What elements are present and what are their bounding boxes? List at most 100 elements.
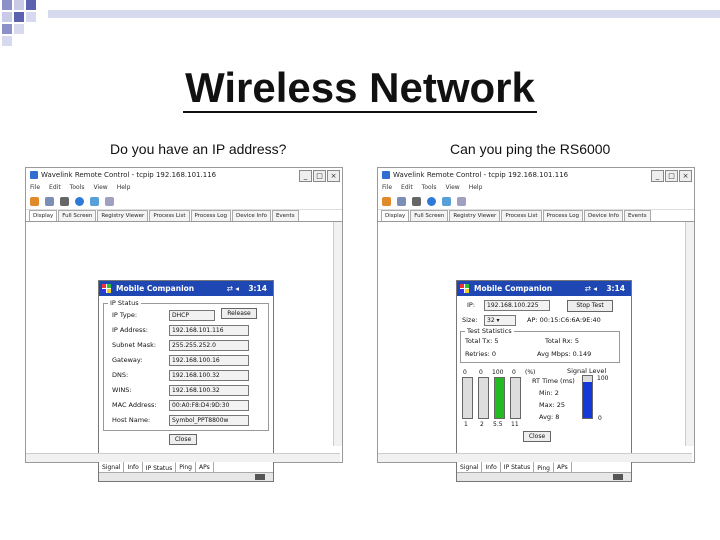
tools-icon[interactable] — [105, 196, 114, 206]
device-status-bar — [457, 472, 631, 481]
binoculars-icon[interactable] — [60, 196, 69, 206]
device-screen-left: Mobile Companion ⇄ ◂ 3:14 IP Status Rele… — [98, 280, 274, 482]
group-title: Test Statistics — [465, 327, 514, 335]
slide-title: Wireless Network — [0, 64, 720, 113]
tools-icon[interactable] — [457, 196, 466, 206]
minimize-button[interactable]: _ — [299, 170, 312, 182]
retries: Retries: 0 — [465, 350, 497, 358]
rate-bar-fill — [495, 378, 504, 418]
menu-tools[interactable]: Tools — [70, 182, 85, 193]
rate-bar-11 — [510, 377, 521, 419]
close-window-button[interactable]: × — [327, 170, 340, 182]
ip-status-group: IP Status — [103, 299, 269, 431]
slide-title-text: Wireless Network — [183, 64, 537, 113]
size-label: Size: — [462, 316, 478, 324]
tab-events[interactable]: Events — [271, 210, 299, 221]
field-label: Gateway: — [112, 356, 143, 364]
window-controls: _ □ × — [299, 170, 340, 182]
windows-start-icon[interactable] — [460, 284, 469, 293]
vertical-scrollbar[interactable] — [685, 222, 694, 446]
size-value: 32 — [487, 317, 495, 324]
rt-time-label: RT Time (ms) — [532, 377, 575, 385]
field-label: WINS: — [112, 386, 132, 394]
view-tabs: Display Full Screen Registry Viewer Proc… — [378, 210, 694, 222]
tab-process-log[interactable]: Process Log — [190, 210, 231, 221]
size-select[interactable]: 32 ▾ — [484, 315, 516, 326]
document-icon[interactable] — [45, 196, 54, 206]
tab-device-info[interactable]: Device Info — [583, 210, 623, 221]
stop-test-button[interactable]: Stop Test — [567, 300, 613, 312]
menu-bar: File Edit Tools View Help — [26, 182, 342, 193]
close-button[interactable]: Close — [523, 431, 551, 442]
toolbar — [378, 193, 694, 210]
menu-tools[interactable]: Tools — [422, 182, 437, 193]
vertical-scrollbar[interactable] — [333, 222, 342, 446]
tab-full-screen[interactable]: Full Screen — [58, 210, 97, 221]
bar-top-label: 100 — [492, 369, 504, 376]
signal-max-label: 100 — [597, 375, 609, 382]
rate-bar-5-5 — [494, 377, 505, 419]
signal-min-label: 0 — [598, 415, 602, 422]
window-titlebar: Wavelink Remote Control - tcpip 192.168.… — [378, 168, 694, 182]
field-label: DNS: — [112, 371, 129, 379]
menu-help[interactable]: Help — [117, 182, 131, 193]
dns-value: 192.168.100.32 — [169, 370, 249, 381]
tab-registry-viewer[interactable]: Registry Viewer — [97, 210, 149, 221]
top-accent-bar — [48, 10, 720, 18]
device-header: Mobile Companion ⇄ ◂ 3:14 — [457, 281, 631, 296]
device-status-bar — [99, 472, 273, 481]
avg-mbps: Avg Mbps: 0.149 — [537, 350, 592, 358]
tab-device-info[interactable]: Device Info — [231, 210, 271, 221]
horizontal-scrollbar[interactable] — [26, 453, 340, 462]
menu-view[interactable]: View — [93, 182, 107, 193]
menu-file[interactable]: File — [382, 182, 392, 193]
signal-level-bar — [582, 375, 593, 419]
connect-icon[interactable] — [382, 196, 391, 206]
tab-process-list[interactable]: Process List — [149, 210, 190, 221]
keyboard-icon[interactable] — [613, 474, 623, 480]
menu-edit[interactable]: Edit — [49, 182, 61, 193]
menu-help[interactable]: Help — [469, 182, 483, 193]
keyboard-icon[interactable] — [255, 474, 265, 480]
close-window-button[interactable]: × — [679, 170, 692, 182]
device-app-name: Mobile Companion — [474, 284, 553, 293]
deco-square — [2, 0, 12, 10]
signal-level-fill — [583, 382, 592, 418]
tab-full-screen[interactable]: Full Screen — [410, 210, 449, 221]
field-label: Subnet Mask: — [112, 341, 157, 349]
document-icon[interactable] — [397, 196, 406, 206]
horizontal-scrollbar[interactable] — [378, 453, 692, 462]
tab-display[interactable]: Display — [29, 210, 58, 221]
field-label: Host Name: — [112, 416, 151, 424]
ping-ip-input[interactable]: 192.168.100.225 — [484, 300, 550, 311]
settings-icon[interactable] — [90, 196, 99, 206]
tab-events[interactable]: Events — [623, 210, 651, 221]
binoculars-icon[interactable] — [412, 196, 421, 206]
tab-process-log[interactable]: Process Log — [542, 210, 583, 221]
release-button[interactable]: Release — [221, 308, 257, 319]
bar-top-label: 0 — [479, 369, 483, 376]
menu-view[interactable]: View — [445, 182, 459, 193]
rt-min: Min: 2 — [539, 389, 559, 397]
settings-icon[interactable] — [442, 196, 451, 206]
signal-level-label: Signal Level — [567, 367, 607, 375]
menu-file[interactable]: File — [30, 182, 40, 193]
bar-bottom-label: 2 — [480, 421, 484, 428]
close-button[interactable]: Close — [169, 434, 197, 445]
rate-bar-1 — [462, 377, 473, 419]
connect-icon[interactable] — [30, 196, 39, 206]
tab-display[interactable]: Display — [381, 210, 410, 221]
mac-address-value: 00:A0:F8:D4:9D:30 — [169, 400, 249, 411]
minimize-button[interactable]: _ — [651, 170, 664, 182]
tab-process-list[interactable]: Process List — [501, 210, 542, 221]
tab-registry-viewer[interactable]: Registry Viewer — [449, 210, 501, 221]
maximize-button[interactable]: □ — [313, 170, 326, 182]
windows-start-icon[interactable] — [102, 284, 111, 293]
refresh-icon[interactable] — [75, 196, 84, 206]
toolbar — [26, 193, 342, 210]
menu-edit[interactable]: Edit — [401, 182, 413, 193]
deco-square — [26, 12, 36, 22]
maximize-button[interactable]: □ — [665, 170, 678, 182]
bar-bottom-label: 1 — [464, 421, 468, 428]
refresh-icon[interactable] — [427, 196, 436, 206]
